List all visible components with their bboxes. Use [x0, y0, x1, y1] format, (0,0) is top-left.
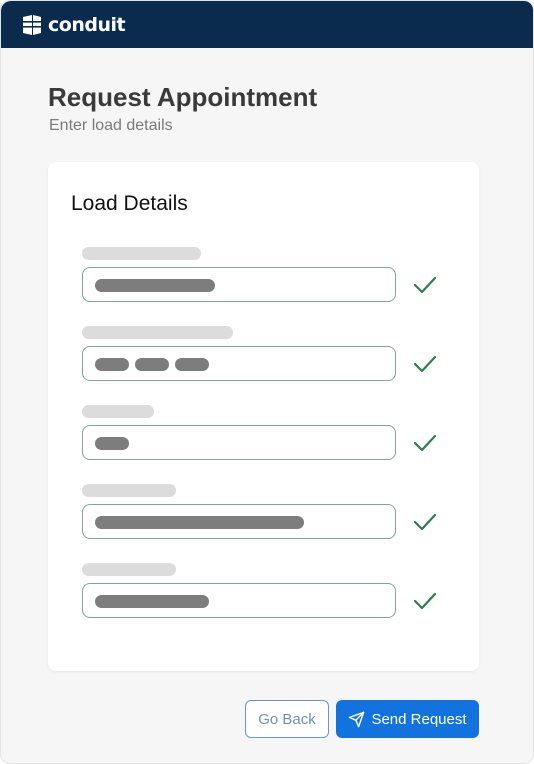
send-request-label: Send Request [371, 710, 467, 728]
form-field [82, 326, 442, 397]
check-icon [413, 355, 437, 373]
page-title: Request Appointment [48, 82, 318, 112]
form-field [82, 405, 442, 476]
field-value-placeholder [95, 437, 129, 450]
field-value-placeholder [95, 595, 209, 608]
brand-logo[interactable]: conduit [21, 13, 126, 37]
go-back-button[interactable]: Go Back [245, 700, 329, 738]
field-value-placeholder [135, 358, 169, 371]
field-value-placeholder [95, 358, 129, 371]
page-subtitle: Enter load details [49, 117, 173, 134]
conduit-logo-icon [23, 15, 41, 35]
check-icon [413, 276, 437, 294]
field-input[interactable] [82, 267, 396, 302]
field-input[interactable] [82, 504, 396, 539]
field-value-placeholder [175, 358, 209, 371]
paper-plane-icon [349, 711, 365, 727]
field-input[interactable] [82, 425, 396, 460]
check-icon [413, 434, 437, 452]
load-details-card: Load Details [48, 162, 479, 671]
go-back-label: Go Back [258, 710, 316, 728]
check-icon [413, 592, 437, 610]
form-field [82, 247, 442, 318]
field-input[interactable] [82, 346, 396, 381]
card-title: Load Details [71, 192, 188, 215]
brand-name: conduit [48, 14, 126, 36]
send-request-button[interactable]: Send Request [336, 700, 479, 738]
check-icon [413, 513, 437, 531]
form-field [82, 563, 442, 634]
field-label-placeholder [82, 326, 233, 339]
field-label-placeholder [82, 405, 154, 418]
field-value-placeholder [95, 516, 304, 529]
field-label-placeholder [82, 247, 201, 260]
field-label-placeholder [82, 563, 176, 576]
field-label-placeholder [82, 484, 176, 497]
field-input[interactable] [82, 583, 396, 618]
app-window: conduit Request Appointment Enter load d… [0, 0, 534, 764]
form-field [82, 484, 442, 555]
top-bar: conduit [1, 1, 533, 48]
field-value-placeholder [95, 279, 215, 292]
